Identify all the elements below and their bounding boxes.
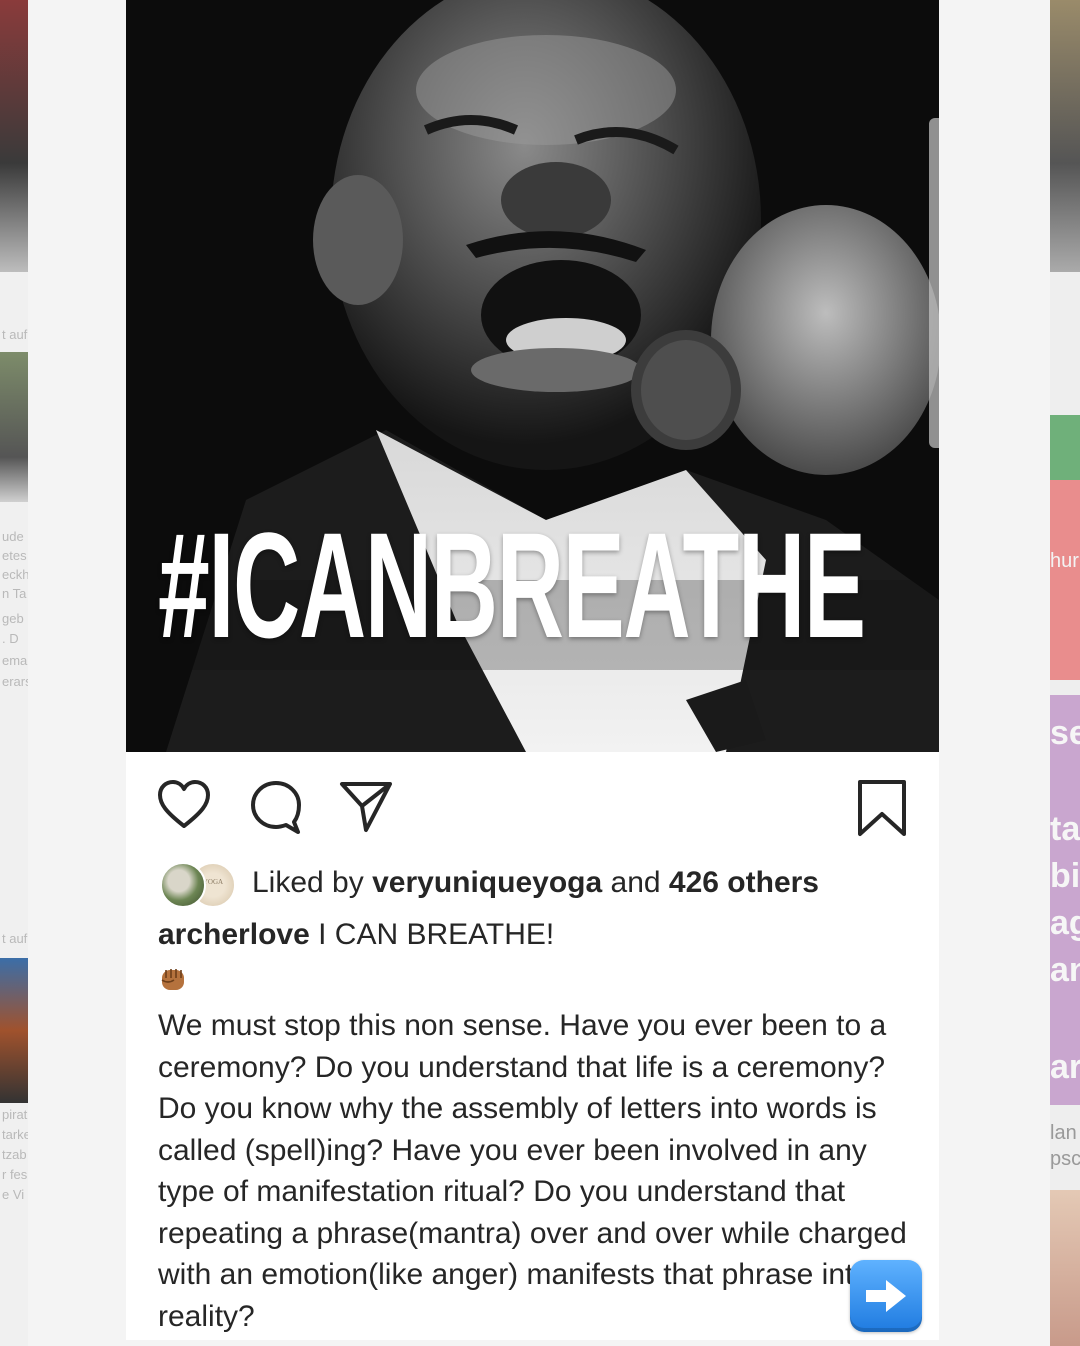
left-background-strip: t auf ude etes eckh n Ta geb . D ema era…: [0, 0, 28, 1346]
right-arrow-icon[interactable]: [850, 1260, 922, 1332]
left-fragment: t auf: [2, 931, 28, 946]
scroll-handle[interactable]: [929, 118, 939, 448]
post-image[interactable]: #ICANBREATHE: [126, 0, 939, 752]
left-fragment: r fes: [2, 1167, 28, 1182]
heart-icon[interactable]: [156, 778, 212, 838]
left-fragment: t auf: [2, 327, 28, 342]
right-fragment: ar: [1050, 1048, 1080, 1086]
likes-summary[interactable]: Liked by veryuniqueyoga and 426 others: [252, 866, 819, 900]
raised-fist-icon: [158, 964, 188, 994]
left-fragment: e Vi: [2, 1187, 25, 1202]
left-fragment: . D: [2, 631, 19, 646]
right-thumbnail-top: [1050, 0, 1080, 272]
left-fragment: tarke: [2, 1127, 28, 1142]
left-thumbnail-middle: [0, 352, 28, 502]
left-fragment: erars: [2, 674, 28, 689]
right-thumbnail-bottom: [1050, 1190, 1080, 1346]
likes-row: YOGA Liked by veryuniqueyoga and 426 oth…: [158, 858, 918, 908]
post-actions: [126, 770, 939, 840]
likes-connector: and: [610, 866, 661, 899]
left-fragment: ude: [2, 529, 24, 544]
right-fragment: ta: [1050, 810, 1080, 848]
caption-body: We must stop this non sense. Have you ev…: [158, 1009, 907, 1333]
left-fragment: geb: [2, 611, 24, 626]
right-purple-block: [1050, 695, 1080, 1105]
likes-count[interactable]: 426 others: [669, 866, 819, 899]
avatar: [160, 862, 206, 908]
caption-headline: I CAN BREATHE!: [318, 918, 555, 951]
left-thumbnail-bottom: [0, 958, 28, 1103]
left-fragment: ema: [2, 653, 28, 668]
right-fragment: ag: [1050, 904, 1080, 942]
image-overlay-text: #ICANBREATHE: [158, 501, 866, 669]
left-fragment: tzab: [2, 1147, 27, 1162]
right-fragment: hur: [1050, 550, 1079, 572]
left-fragment: pirat: [2, 1107, 28, 1122]
right-fragment: lan: [1050, 1122, 1077, 1144]
right-fragment: bi: [1050, 857, 1080, 895]
bookmark-icon[interactable]: [854, 778, 910, 838]
right-red-block: [1050, 480, 1080, 680]
left-thumbnail-top: [0, 0, 28, 272]
right-green-block: [1050, 415, 1080, 480]
post-card: #ICANBREATHE YOGA Liked by veryuniqueyog…: [126, 0, 939, 1340]
liker-username[interactable]: veryuniqueyoga: [372, 866, 602, 899]
left-fragment: etes: [2, 548, 27, 563]
post-caption: archerlove I CAN BREATHE! We must stop t…: [158, 914, 918, 1337]
comment-icon[interactable]: [248, 778, 304, 838]
caption-username[interactable]: archerlove: [158, 918, 310, 951]
right-fragment: se: [1050, 714, 1080, 752]
left-fragment: n Ta: [2, 586, 27, 601]
right-fragment: an: [1050, 951, 1080, 989]
right-background-strip: hur se ta bi ag an ar lan psc: [1050, 0, 1080, 1346]
likes-prefix: Liked by: [252, 866, 364, 899]
liker-avatars[interactable]: YOGA: [158, 858, 238, 908]
left-fragment: eckh: [2, 567, 28, 582]
share-icon[interactable]: [338, 778, 394, 838]
right-fragment: psc: [1050, 1148, 1080, 1170]
